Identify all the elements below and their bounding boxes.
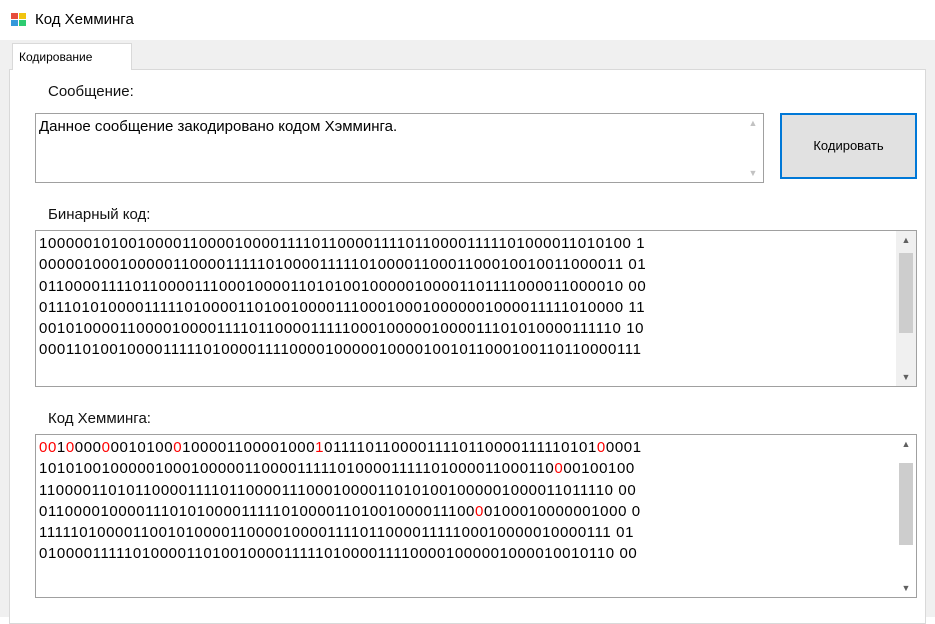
- binary-line: 0110000111101100001110001000011010100100…: [39, 277, 647, 295]
- scroll-up-icon[interactable]: ▲: [896, 231, 916, 249]
- parity-bit: 00: [39, 439, 57, 456]
- scroll-down-icon[interactable]: ▼: [743, 164, 763, 182]
- data-bits: 1: [56, 439, 66, 456]
- scroll-down-icon[interactable]: ▼: [896, 579, 916, 597]
- encode-button[interactable]: Кодировать: [780, 113, 917, 179]
- scroll-up-icon[interactable]: ▲: [896, 435, 916, 453]
- binary-label: Бинарный код:: [48, 206, 151, 223]
- scroll-up-icon[interactable]: ▲: [743, 114, 763, 132]
- scrollbar-thumb[interactable]: [899, 253, 913, 333]
- parity-bit: 0: [173, 439, 183, 456]
- binary-output[interactable]: 1000001010010000110000100001111011000011…: [35, 230, 917, 387]
- scroll-down-icon[interactable]: ▼: [896, 368, 916, 386]
- hamming-label: Код Хемминга:: [48, 410, 151, 427]
- binary-line: 0001101001000011111010000111100001000001…: [39, 341, 642, 359]
- data-bits: 0110000100001110101000011111010000110100…: [39, 502, 475, 520]
- hamming-output[interactable]: 0010000000101000100001100001000101111011…: [35, 434, 917, 598]
- binary-scrollbar[interactable]: ▲ ▼: [896, 231, 916, 386]
- app-window-icon: [11, 13, 27, 27]
- hamming-line: 1010100100000100010000011000011111010000…: [39, 458, 894, 479]
- hamming-line: 0010000000101000100001100001000101111011…: [39, 437, 894, 458]
- binary-line: 0111010100001111101000011010010000111000…: [39, 298, 646, 316]
- binary-line: 0000010001000001100001111101000011111010…: [39, 256, 647, 274]
- binary-line: 1000001010010000110000100001111011000011…: [39, 235, 646, 252]
- hamming-line: 0110000100001110101000011111010000110100…: [39, 501, 894, 522]
- parity-bit: 0: [65, 439, 75, 456]
- message-label: Сообщение:: [48, 83, 134, 100]
- data-bits: 1111101000011001010000110000100001111011…: [39, 524, 635, 542]
- data-bits: 1100001101011000011110110000111000100001…: [39, 481, 637, 499]
- data-bits: 0010100: [110, 439, 174, 456]
- data-bits: 100001100001000: [182, 439, 316, 456]
- parity-bit: 0: [101, 439, 111, 456]
- parity-bit: 0: [554, 460, 564, 478]
- scrollbar-thumb[interactable]: [899, 463, 913, 545]
- data-bits: 000: [74, 439, 102, 456]
- hamming-scrollbar[interactable]: ▲ ▼: [896, 435, 916, 597]
- hamming-line: 1100001101011000011110110000111000100001…: [39, 480, 894, 501]
- hamming-line: 1111101000011001010000110000100001111011…: [39, 522, 894, 543]
- data-bits: 00100100: [563, 460, 635, 478]
- message-input[interactable]: Данное сообщение закодировано кодом Хэмм…: [35, 113, 764, 183]
- data-bits: 0001: [605, 439, 642, 456]
- parity-bit: 0: [474, 502, 484, 520]
- data-bits: 0100010000001000 0: [483, 502, 641, 520]
- hamming-text: 0010000000101000100001100001000101111011…: [39, 437, 894, 595]
- title-bar: Код Хемминга: [0, 0, 935, 40]
- parity-bit: 0: [596, 439, 606, 456]
- binary-text: 1000001010010000110000100001111011000011…: [39, 233, 894, 384]
- message-scrollbar[interactable]: ▲ ▼: [743, 114, 763, 182]
- data-bits: 0100001111101000011010010000111110100001…: [39, 545, 638, 563]
- parity-bit: 1: [315, 439, 325, 456]
- data-bits: 1010100100000100010000011000011111010000…: [39, 460, 555, 478]
- hamming-line: 0100001111101000011010010000111110100001…: [39, 543, 894, 564]
- tab-encoding[interactable]: Кодирование: [12, 43, 132, 70]
- window-title: Код Хемминга: [35, 11, 134, 28]
- message-text: Данное сообщение закодировано кодом Хэмм…: [39, 118, 398, 135]
- data-bits: 01111011000011110110000111110101: [324, 439, 597, 456]
- binary-line: 0010100001100001000011110110000111110001…: [39, 320, 645, 338]
